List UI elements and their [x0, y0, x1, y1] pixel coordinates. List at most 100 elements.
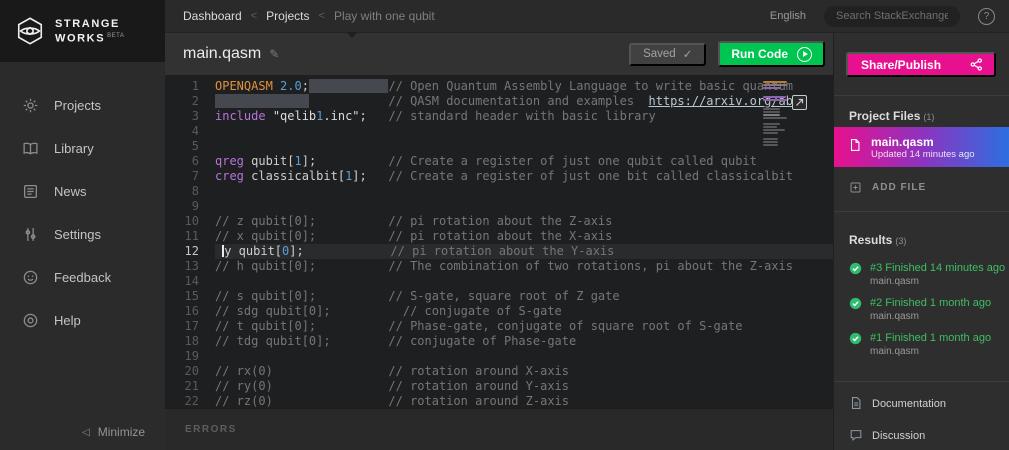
code-line[interactable]: [215, 139, 833, 154]
minimap-line: [763, 129, 785, 131]
topbar-right: English ?: [770, 5, 995, 27]
sidebar-item-projects[interactable]: Projects: [0, 84, 165, 127]
minimap-line: [763, 105, 787, 107]
sidebar-item-label: News: [54, 184, 87, 199]
code-line[interactable]: [215, 274, 833, 289]
expand-editor-icon[interactable]: [792, 95, 807, 110]
search-input[interactable]: [824, 5, 960, 27]
result-info: #1 Finished 1 month ago main.qasm: [870, 331, 991, 358]
code-line[interactable]: // sdg qubit[0]; // conjugate of S-gate: [215, 304, 833, 319]
code-line[interactable]: // rz(0) // rotation around Z-axis: [215, 394, 833, 408]
share-publish-label: Share/Publish: [861, 57, 942, 72]
brand-line1: STRANGE: [55, 17, 120, 30]
code-line[interactable]: include "qelib1.inc"; // standard header…: [215, 109, 833, 124]
line-number: 21: [184, 379, 199, 393]
sidebar-item-feedback[interactable]: Feedback: [0, 256, 165, 299]
line-number: 16: [184, 304, 199, 318]
code-line[interactable]: qreg qubit[1]; // Create a register of j…: [215, 154, 833, 169]
sidebar-item-label: Help: [54, 313, 81, 328]
code-line[interactable]: // t qubit[0]; // Phase-gate, conjugate …: [215, 319, 833, 334]
code-content[interactable]: OPENQASM 2.0; // Open Quantum Assembly L…: [209, 75, 833, 408]
breadcrumb-item[interactable]: Dashboard: [183, 9, 242, 23]
result-file: main.qasm: [870, 311, 919, 322]
results-title: Results (3): [849, 233, 906, 247]
code-line[interactable]: // h qubit[0]; // The combination of two…: [215, 259, 833, 274]
help-icon[interactable]: ?: [978, 7, 995, 25]
minimap-line: [763, 90, 787, 92]
lifebuoy-icon: [22, 312, 39, 329]
errors-tab[interactable]: ERRORS: [185, 424, 237, 435]
breadcrumb-dropdown-caret[interactable]: [346, 32, 358, 38]
result-item[interactable]: #1 Finished 1 month ago main.qasm: [834, 331, 1009, 358]
minimap-line: [763, 120, 787, 122]
code-line[interactable]: y qubit[0]; // pi rotation about the Y-a…: [215, 244, 833, 259]
minimap-line: [763, 126, 777, 128]
minimap-line: [763, 132, 778, 134]
minimap-line: [763, 111, 780, 113]
code-line[interactable]: // ry(0) // rotation around Y-axis: [215, 379, 833, 394]
documentation-link[interactable]: Documentation: [834, 393, 1009, 415]
result-file: main.qasm: [870, 276, 919, 287]
code-line[interactable]: // QASM documentation and examples https…: [215, 94, 833, 109]
code-line[interactable]: // tdg qubit[0]; // conjugate of Phase-g…: [215, 334, 833, 349]
gear-icon: [22, 97, 39, 114]
code-line[interactable]: [215, 184, 833, 199]
code-line[interactable]: // x qubit[0]; // pi rotation about the …: [215, 229, 833, 244]
brand-line2: WORKS: [55, 32, 106, 45]
result-item[interactable]: #2 Finished 1 month ago main.qasm: [834, 296, 1009, 323]
code-line[interactable]: // z qubit[0]; // pi rotation about the …: [215, 214, 833, 229]
line-number: 5: [191, 139, 199, 153]
line-number: 3: [191, 109, 199, 123]
book-icon: [22, 140, 39, 157]
result-title: #2 Finished 1 month ago: [870, 297, 992, 309]
breadcrumb-separator: <: [318, 10, 325, 22]
sidebar-item-library[interactable]: Library: [0, 127, 165, 170]
line-number: 15: [184, 289, 199, 303]
sidebar-item-settings[interactable]: Settings: [0, 213, 165, 256]
check-circle-icon: [849, 331, 862, 350]
minimap-line: [763, 93, 787, 95]
line-number: 4: [191, 124, 199, 138]
minimap[interactable]: [763, 81, 787, 147]
code-line[interactable]: // s qubit[0]; // S-gate, square root of…: [215, 289, 833, 304]
code-line[interactable]: OPENQASM 2.0; // Open Quantum Assembly L…: [215, 79, 833, 94]
topbar: Dashboard < Projects < Play with one qubit E…: [165, 0, 1009, 33]
code-editor[interactable]: 1 2 3 4 5 6 7 8 9 10 11 12 13 14 15 16 17 18 19 20 21 22 OPEN…: [165, 75, 833, 408]
panel-link-label: Documentation: [872, 398, 946, 410]
result-info: #2 Finished 1 month ago main.qasm: [870, 296, 991, 323]
language-selector[interactable]: English: [770, 10, 806, 22]
minimap-line: [763, 117, 787, 119]
sidebar-item-help[interactable]: Help: [0, 299, 165, 342]
run-code-button[interactable]: Run Code: [718, 41, 825, 67]
minimap-line: [763, 102, 787, 104]
news-icon: [22, 183, 39, 200]
code-line[interactable]: creg classicalbit[1]; // Create a regist…: [215, 169, 833, 184]
result-item[interactable]: #3 Finished 14 minutes ago main.qasm: [834, 261, 1009, 288]
brand-name: STRANGE WORKS BETA: [55, 18, 124, 45]
code-line[interactable]: [215, 124, 833, 139]
code-line[interactable]: [215, 199, 833, 214]
breadcrumb-item[interactable]: Projects: [266, 9, 309, 23]
edit-filename-icon[interactable]: ✎: [269, 47, 279, 61]
project-file-item[interactable]: main.qasm Updated 14 minutes ago: [834, 127, 1009, 167]
line-number: 2: [191, 94, 199, 108]
smiley-icon: [22, 269, 39, 286]
code-line[interactable]: [215, 349, 833, 364]
line-number: 17: [184, 319, 199, 333]
minimap-line: [763, 87, 781, 89]
minimize-button[interactable]: ◁ Minimize: [82, 425, 145, 439]
discussion-link[interactable]: Discussion: [834, 425, 1009, 447]
line-number: 22: [184, 394, 199, 408]
check-circle-icon: [849, 261, 862, 280]
strangeworks-logo[interactable]: STRANGE WORKS BETA: [0, 0, 165, 62]
sidebar-nav: Projects Library News Settings Feedback Help: [0, 84, 165, 342]
sidebar-item-news[interactable]: News: [0, 170, 165, 213]
add-file-button[interactable]: ADD FILE: [834, 176, 1009, 198]
project-file-list: main.qasm Updated 14 minutes ago: [834, 127, 1009, 167]
sidebar-item-label: Feedback: [54, 270, 112, 285]
saved-button[interactable]: Saved ✓: [629, 42, 707, 66]
line-number: 14: [184, 274, 199, 288]
code-line[interactable]: // rx(0) // rotation around X-axis: [215, 364, 833, 379]
sliders-icon: [22, 226, 39, 243]
share-publish-button[interactable]: Share/Publish: [846, 52, 996, 77]
